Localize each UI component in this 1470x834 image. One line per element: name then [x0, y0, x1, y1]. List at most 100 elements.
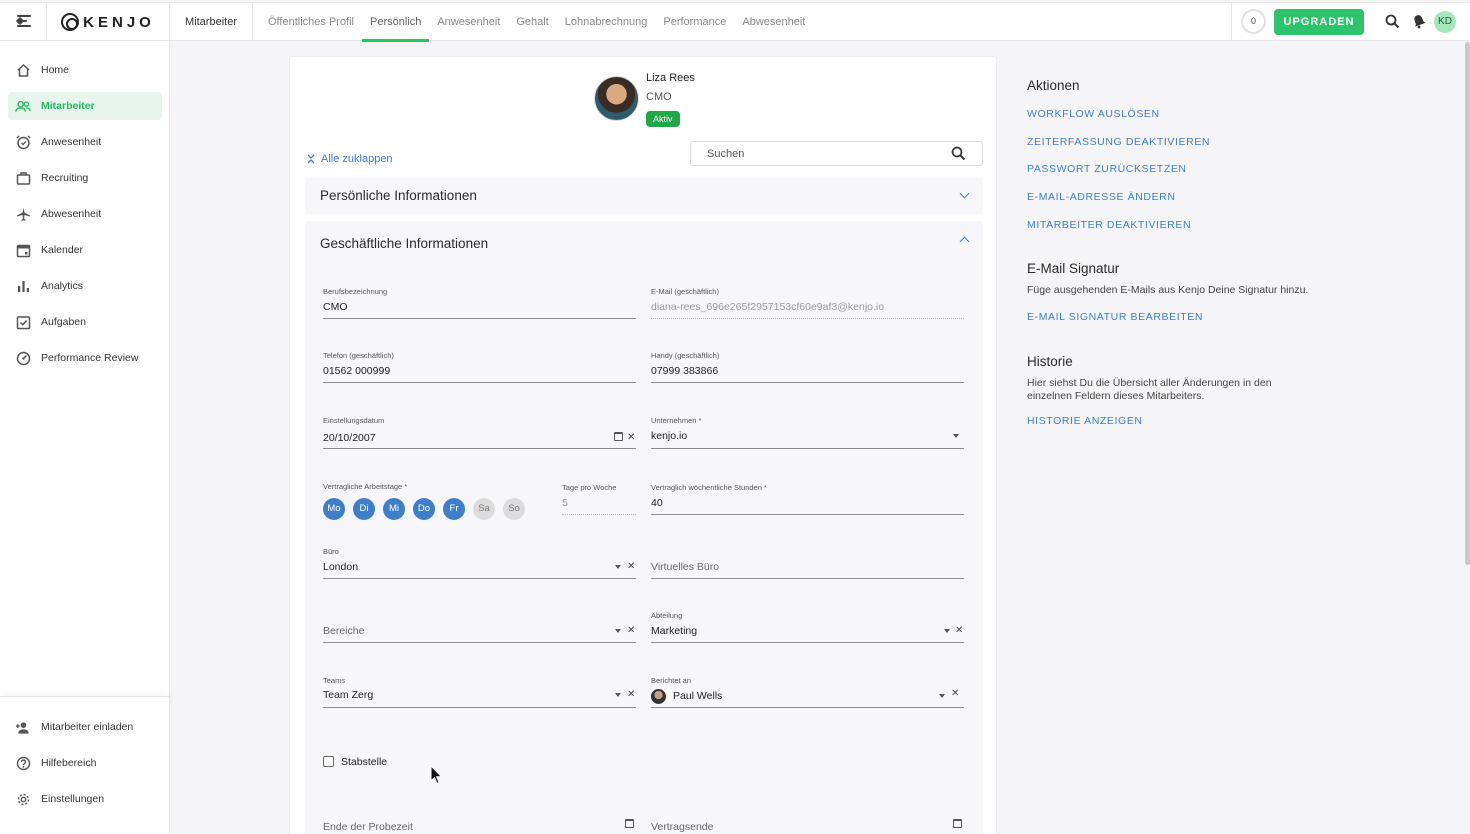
chevron-down-icon [939, 694, 945, 698]
profile-photo[interactable] [594, 76, 639, 121]
top-right-area: 0 UPGRADEN KD [1231, 3, 1470, 41]
sidebar-item-analytics[interactable]: Analytics [8, 272, 162, 300]
work-phone-field[interactable]: 01562 000999 [323, 361, 636, 383]
sidebar-item-home[interactable]: Home [8, 56, 162, 84]
logo[interactable]: KENJO [46, 3, 170, 41]
clear-icon[interactable]: ✕ [955, 626, 963, 636]
days-per-week-label: Tage pro Woche [562, 483, 617, 492]
sidebar-item-label: Einstellungen [41, 793, 105, 805]
sidebar-item-attendance[interactable]: Anwesenheit [8, 128, 162, 156]
menu-toggle-icon[interactable] [15, 14, 33, 28]
tab-public-profile[interactable]: Öffentliches Profil [260, 3, 362, 41]
disable-time-tracking-link[interactable]: ZEITERFASSUNG DEAKTIVIEREN [1027, 136, 1210, 148]
people-icon [15, 98, 31, 114]
start-date-field[interactable]: 20/10/2007 ✕ [323, 426, 636, 449]
collapse-all-label: Alle zuklappen [321, 153, 393, 165]
tab-personal[interactable]: Persönlich [362, 3, 430, 42]
work-mobile-field[interactable]: 07999 383866 [651, 361, 964, 383]
teams-label: Teams [323, 676, 346, 685]
sidebar-item-settings[interactable]: Einstellungen [8, 785, 162, 813]
logo-mark-icon [61, 13, 80, 31]
sidebar-item-label: Hilfebereich [41, 757, 97, 769]
day-toggle-mi[interactable]: Mi [383, 498, 405, 520]
business-info-title[interactable]: Geschäftliche Informationen [305, 221, 983, 267]
search-input[interactable] [691, 142, 941, 165]
briefcase-icon [15, 170, 31, 186]
trigger-workflow-link[interactable]: WORKFLOW AUSLÖSEN [1027, 108, 1160, 120]
department-select[interactable]: Marketing ✕ [651, 621, 964, 643]
sidebar-item-calendar[interactable]: Kalender [8, 236, 162, 264]
tab-payroll[interactable]: Lohnabrechnung [557, 3, 656, 41]
workdays-label: Vertragliche Arbeitstage * [323, 482, 408, 491]
company-select[interactable]: kenjo.io [651, 426, 964, 449]
sidebar-item-label: Home [41, 64, 70, 76]
clear-icon[interactable]: ✕ [627, 433, 635, 443]
office-select[interactable]: London ✕ [323, 557, 636, 579]
actions-title: Aktionen [1027, 78, 1080, 93]
virtual-office-field[interactable]: Virtuelles Büro [651, 557, 964, 579]
areas-select[interactable]: Bereiche ✕ [323, 621, 636, 643]
day-toggle-do[interactable]: Do [413, 498, 435, 520]
sidebar-item-invite[interactable]: Mitarbeiter einladen [8, 713, 162, 741]
personal-info-panel[interactable]: Persönliche Informationen [305, 178, 983, 214]
sidebar-item-help[interactable]: Hilfebereich [8, 749, 162, 777]
sidebar-item-label: Mitarbeiter [41, 100, 95, 112]
day-toggle-sa[interactable]: Sa [473, 498, 495, 520]
job-title-field[interactable]: CMO [323, 297, 636, 319]
day-toggle-fr[interactable]: Fr [443, 498, 465, 520]
edit-signature-link[interactable]: E-MAIL SIGNATUR BEARBEITEN [1027, 311, 1203, 323]
contract-end-field[interactable]: Vertragsende [651, 817, 964, 834]
calendar-icon[interactable] [625, 819, 634, 828]
page-scrollbar[interactable] [1465, 42, 1470, 565]
tab-performance[interactable]: Performance [655, 3, 734, 41]
calendar-icon[interactable] [614, 432, 623, 441]
sidebar-item-absence[interactable]: Abwesenheit [8, 200, 162, 228]
weekly-hours-value: 40 [651, 497, 663, 509]
sidebar-item-recruiting[interactable]: Recruiting [8, 164, 162, 192]
bell-icon[interactable] [1412, 14, 1426, 29]
sidebar-item-employees[interactable]: Mitarbeiter [8, 92, 162, 120]
staff-position-checkbox[interactable] [323, 756, 334, 767]
day-toggle-so[interactable]: So [503, 498, 525, 520]
user-avatar[interactable]: KD [1434, 11, 1456, 33]
tab-absence[interactable]: Abwesenheit [734, 3, 813, 41]
section-title[interactable]: Mitarbeiter [170, 3, 253, 41]
day-toggle-mo[interactable]: Mo [323, 498, 345, 520]
reports-to-select[interactable]: Paul Wells ✕ [651, 686, 964, 708]
reset-password-link[interactable]: PASSWORT ZURÜCKSETZEN [1027, 163, 1187, 175]
weekly-hours-field[interactable]: 40 [651, 493, 964, 515]
staff-position-label: Stabstelle [341, 756, 388, 768]
search-icon[interactable] [1385, 14, 1400, 29]
teams-select[interactable]: Team Zerg ✕ [323, 686, 636, 708]
add-person-icon [15, 719, 31, 735]
collapse-all-button[interactable]: Alle zuklappen [307, 153, 393, 165]
airplane-icon [15, 206, 31, 222]
show-history-link[interactable]: HISTORIE ANZEIGEN [1027, 415, 1143, 427]
contract-end-placeholder: Vertragsende [651, 821, 714, 833]
workdays-selector: Mo Di Mi Do Fr Sa So [323, 498, 533, 520]
tab-attendance[interactable]: Anwesenheit [429, 3, 508, 41]
work-mobile-label: Handy (geschäftlich) [651, 351, 720, 360]
sidebar-item-tasks[interactable]: Aufgaben [8, 308, 162, 336]
sidebar-item-performance-review[interactable]: Performance Review [8, 344, 162, 372]
probation-end-field[interactable]: Ende der Probezeit [323, 817, 636, 834]
change-email-link[interactable]: E-MAIL-ADRESSE ÄNDERN [1027, 191, 1176, 203]
clear-icon[interactable]: ✕ [627, 690, 635, 700]
clear-icon[interactable]: ✕ [627, 626, 635, 636]
day-toggle-di[interactable]: Di [353, 498, 375, 520]
clear-icon[interactable]: ✕ [627, 562, 635, 572]
probation-end-placeholder: Ende der Probezeit [323, 821, 413, 833]
work-mobile-value: 07999 383866 [651, 365, 719, 377]
sidebar-item-label: Performance Review [41, 352, 139, 364]
areas-placeholder: Bereiche [323, 625, 365, 637]
calendar-icon[interactable] [953, 819, 962, 828]
chevron-down-icon [953, 434, 959, 438]
tab-salary[interactable]: Gehalt [508, 3, 556, 41]
upgrade-button[interactable]: UPGRADEN [1274, 9, 1364, 35]
notification-counter[interactable]: 0 [1241, 9, 1266, 34]
deactivate-employee-link[interactable]: MITARBEITER DEAKTIVIEREN [1027, 219, 1191, 231]
status-badge: Aktiv [646, 111, 680, 127]
search-icon[interactable] [951, 146, 966, 161]
clear-icon[interactable]: ✕ [951, 689, 959, 699]
business-info-panel: Geschäftliche Informationen Berufsbezeic… [305, 221, 983, 834]
